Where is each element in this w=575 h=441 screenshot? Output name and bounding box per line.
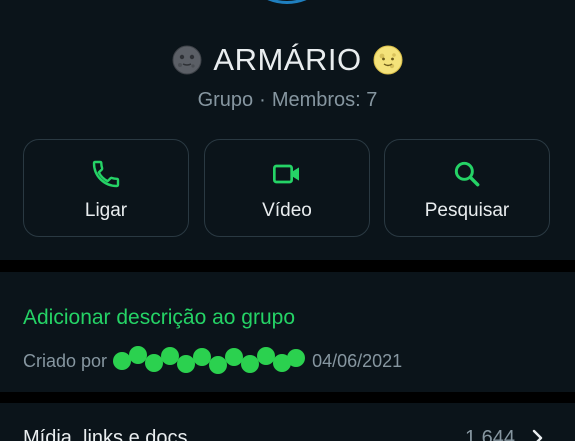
media-links-docs-row[interactable]: Mídia, links e docs 1.644 (0, 403, 575, 441)
redacted-creator-scribble (113, 346, 306, 374)
chevron-right-icon (532, 429, 543, 441)
search-button-label: Pesquisar (424, 200, 510, 221)
group-title-row: ARMÁRIO (0, 38, 575, 82)
group-header-panel: ARMÁRIO Grupo · Membros: 7 Ligar Vídeo P… (0, 0, 575, 260)
group-type: Grupo (197, 89, 254, 111)
media-count: 1.644 (464, 427, 515, 441)
phone-icon (92, 160, 120, 188)
group-subtitle: Grupo · Membros: 7 (197, 89, 378, 111)
group-title: ARMÁRIO (213, 42, 362, 77)
group-members-count: Membros: 7 (271, 89, 378, 111)
search-button[interactable]: Pesquisar (384, 139, 550, 237)
call-button[interactable]: Ligar (23, 139, 189, 237)
group-info-screen: ARMÁRIO Grupo · Membros: 7 Ligar Vídeo P… (0, 0, 575, 441)
media-links-docs-label: Mídia, links e docs (23, 427, 188, 441)
search-icon (454, 161, 480, 187)
group-description-panel: Adicionar descrição ao grupo Criado por (0, 272, 575, 392)
created-by-prefix: Criado por (23, 350, 108, 371)
created-date: 04/06/2021 (312, 350, 403, 371)
video-camera-icon (273, 164, 299, 184)
video-call-button-label: Vídeo (262, 200, 312, 221)
call-button-label: Ligar (84, 200, 128, 221)
new-moon-face-emoji-icon (172, 45, 202, 75)
group-avatar[interactable] (237, 0, 337, 4)
full-moon-face-emoji-icon (373, 45, 403, 75)
add-group-description-link[interactable]: Adicionar descrição ao grupo (23, 306, 295, 330)
video-call-button[interactable]: Vídeo (204, 139, 370, 237)
group-created-info: Criado por 04/06/2021 (23, 346, 403, 377)
